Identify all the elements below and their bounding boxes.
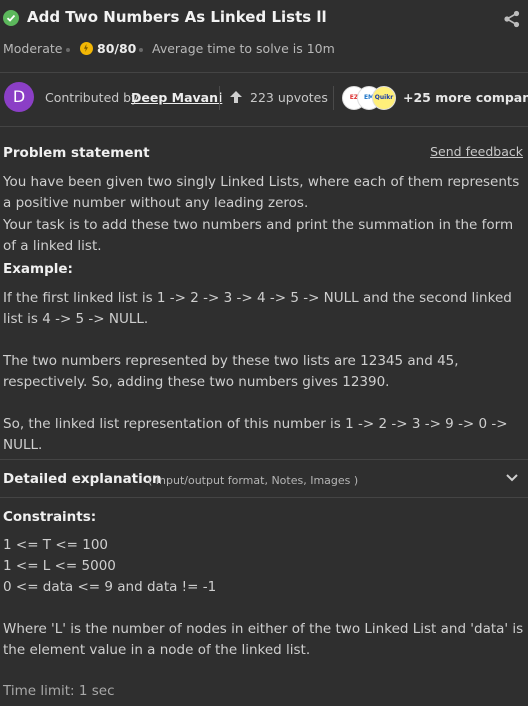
separator-dot xyxy=(66,48,70,52)
constraints-heading: Constraints: xyxy=(3,509,97,525)
company-logo: Quikr xyxy=(372,86,396,110)
separator-dot xyxy=(139,48,143,52)
meta-row: Moderate 80/80 Average time to solve is … xyxy=(0,40,528,60)
detailed-explanation-subtitle: ( Input/output format, Notes, Images ) xyxy=(148,474,359,487)
divider xyxy=(219,86,220,110)
contributed-by-label: Contributed by xyxy=(45,90,139,105)
problem-statement-heading: Problem statement xyxy=(3,145,150,161)
divider xyxy=(333,86,334,110)
title-bar: Add Two Numbers As Linked Lists ll xyxy=(0,6,528,30)
time-limit: Time limit: 1 sec xyxy=(3,683,115,699)
upvote-count: 223 upvotes xyxy=(250,90,328,105)
example-paragraph: The two numbers represented by these two… xyxy=(3,353,459,390)
company-logos[interactable]: EZ EM Quikr xyxy=(342,86,396,110)
example-heading: Example: xyxy=(3,261,73,277)
chevron-down-icon xyxy=(506,474,518,482)
divider xyxy=(0,497,528,498)
more-companies-link[interactable]: +25 more companies xyxy=(403,90,528,105)
constraint-item: 1 <= L <= 5000 xyxy=(3,558,116,574)
problem-page: Add Two Numbers As Linked Lists ll Moder… xyxy=(0,0,528,706)
author-link[interactable]: Deep Mavani xyxy=(131,90,222,105)
send-feedback-link[interactable]: Send feedback xyxy=(430,144,523,159)
task-paragraph: Your task is to add these two numbers an… xyxy=(3,217,514,254)
points-coin-icon xyxy=(80,42,93,55)
avg-time: Average time to solve is 10m xyxy=(152,41,335,56)
detailed-explanation-toggle[interactable]: Detailed explanation ( Input/output form… xyxy=(0,460,528,497)
example-paragraph: So, the linked list representation of th… xyxy=(3,416,508,453)
contributor-row: D Contributed by Deep Mavani 223 upvotes… xyxy=(0,82,528,114)
solved-check-icon xyxy=(3,10,19,26)
constraints-note: Where 'L' is the number of nodes in eith… xyxy=(3,621,524,658)
difficulty-label: Moderate xyxy=(3,41,63,56)
divider xyxy=(0,126,528,127)
points-value: 80/80 xyxy=(97,41,137,56)
divider xyxy=(0,72,528,73)
constraint-item: 1 <= T <= 100 xyxy=(3,537,109,553)
problem-title: Add Two Numbers As Linked Lists ll xyxy=(27,8,327,26)
upvote-arrow-icon xyxy=(230,91,242,103)
constraint-item: 0 <= data <= 9 and data != -1 xyxy=(3,579,217,595)
problem-paragraph: You have been given two singly Linked Li… xyxy=(3,174,520,211)
avatar: D xyxy=(4,82,34,112)
detailed-explanation-heading: Detailed explanation xyxy=(3,471,162,487)
share-icon[interactable] xyxy=(503,10,521,32)
example-paragraph: If the first linked list is 1 -> 2 -> 3 … xyxy=(3,290,512,327)
